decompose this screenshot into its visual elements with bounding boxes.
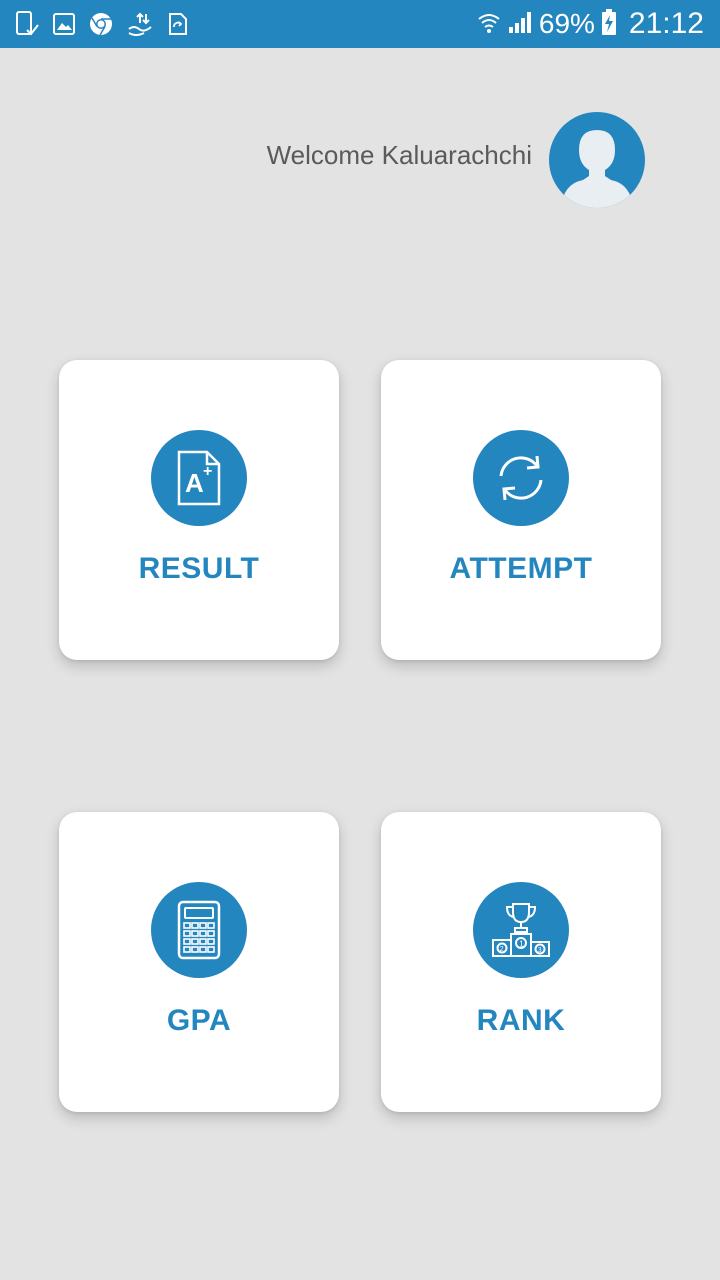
chrome-icon	[88, 11, 114, 37]
device-check-icon	[14, 10, 40, 38]
refresh-icon	[473, 430, 569, 526]
svg-text:3: 3	[538, 947, 542, 954]
gallery-icon	[52, 11, 76, 37]
gpa-card[interactable]: GPA	[59, 812, 339, 1112]
grade-document-icon: A +	[151, 430, 247, 526]
svg-text:2: 2	[500, 946, 504, 953]
welcome-text: Welcome Kaluarachchi	[266, 140, 532, 170]
file-sync-icon	[166, 11, 190, 37]
svg-text:1: 1	[519, 940, 524, 949]
svg-text:A: A	[185, 468, 204, 498]
status-bar: 69% 21:12	[0, 0, 720, 48]
trophy-podium-icon: 1 2 3	[473, 882, 569, 978]
user-avatar-icon[interactable]	[549, 112, 645, 208]
result-card[interactable]: A + RESULT	[59, 360, 339, 660]
gpa-label: GPA	[166, 1004, 232, 1037]
clock: 21:12	[628, 7, 704, 40]
result-label: RESULT	[138, 552, 260, 585]
calculator-icon	[151, 882, 247, 978]
wifi-icon	[477, 9, 501, 40]
notification-icons	[14, 10, 190, 38]
svg-text:+: +	[203, 463, 212, 480]
system-status: 69% 21:12	[477, 0, 704, 48]
rank-card[interactable]: 1 2 3 RANK	[381, 812, 661, 1112]
battery-charging-icon	[601, 8, 617, 41]
rank-label: RANK	[476, 1004, 566, 1037]
battery-percent: 69%	[538, 8, 595, 39]
data-transfer-icon	[126, 11, 154, 37]
attempt-card[interactable]: ATTEMPT	[381, 360, 661, 660]
attempt-label: ATTEMPT	[449, 552, 593, 585]
signal-icon	[507, 9, 533, 40]
